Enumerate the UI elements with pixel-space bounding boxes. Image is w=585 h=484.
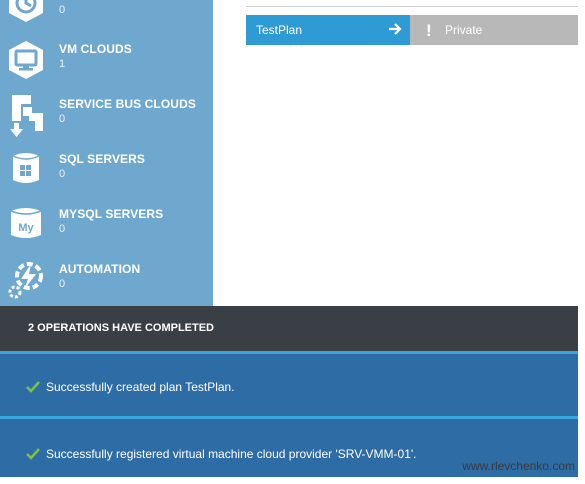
- sidebar-item-vm-clouds[interactable]: VM CLOUDS 1: [0, 40, 213, 95]
- sidebar-item-sql-servers[interactable]: SQL SERVERS 0: [0, 150, 213, 205]
- svg-text:My: My: [18, 222, 34, 234]
- notification-message: Successfully created plan TestPlan.: [46, 380, 235, 394]
- notification-item[interactable]: Successfully created plan TestPlan.: [0, 351, 578, 416]
- sidebar-item-count: 0: [59, 168, 66, 180]
- notification-header-text: 2 OPERATIONS HAVE COMPLETED: [28, 322, 215, 334]
- watermark: www.rlevchenko.com: [462, 459, 575, 473]
- sidebar-item-count: 0: [59, 223, 66, 235]
- sidebar-item-clock[interactable]: 0: [0, 0, 213, 33]
- plan-status-cell: ! Private: [410, 15, 578, 45]
- automation-gear-icon: [8, 262, 43, 299]
- sidebar-item-label: VM CLOUDS: [59, 42, 132, 56]
- sidebar-item-count: 0: [59, 278, 66, 290]
- frame-edge: [0, 477, 585, 484]
- plan-name[interactable]: TestPlan: [256, 23, 302, 37]
- sql-database-icon: [12, 153, 40, 183]
- sidebar-item-label: AUTOMATION: [59, 262, 141, 276]
- sidebar-item-count: 0: [59, 113, 66, 125]
- notification-message: Successfully registered virtual machine …: [46, 447, 417, 461]
- sidebar-item-label: SERVICE BUS CLOUDS: [59, 97, 196, 111]
- sidebar-item-service-bus-clouds[interactable]: SERVICE BUS CLOUDS 0: [0, 95, 213, 150]
- notification-header: 2 OPERATIONS HAVE COMPLETED: [0, 306, 578, 351]
- sidebar-item-label: MYSQL SERVERS: [59, 207, 164, 221]
- arrow-right-icon[interactable]: [388, 21, 402, 37]
- main-content: [213, 0, 585, 306]
- plan-status: Private: [445, 23, 483, 37]
- mysql-database-icon: My: [10, 208, 42, 238]
- sidebar-item-count: 1: [59, 58, 66, 70]
- check-icon: [26, 448, 40, 460]
- warning-icon: !: [426, 21, 432, 40]
- clock-icon: [9, 0, 43, 22]
- sidebar: 0 VM CLOUDS 1 SERVICE BUS CLOUDS 0 SQL S…: [0, 0, 213, 306]
- plan-row[interactable]: TestPlan ! Private: [246, 15, 578, 45]
- service-bus-icon: [10, 95, 43, 137]
- sidebar-item-mysql-servers[interactable]: My MYSQL SERVERS 0: [0, 205, 213, 260]
- plan-name-cell[interactable]: TestPlan: [246, 15, 410, 45]
- divider: [246, 0, 578, 7]
- sidebar-item-count: 0: [59, 4, 66, 16]
- sidebar-item-label: SQL SERVERS: [59, 152, 146, 166]
- monitor-icon: [9, 41, 43, 79]
- frame-edge: [578, 0, 585, 484]
- check-icon: [26, 381, 40, 393]
